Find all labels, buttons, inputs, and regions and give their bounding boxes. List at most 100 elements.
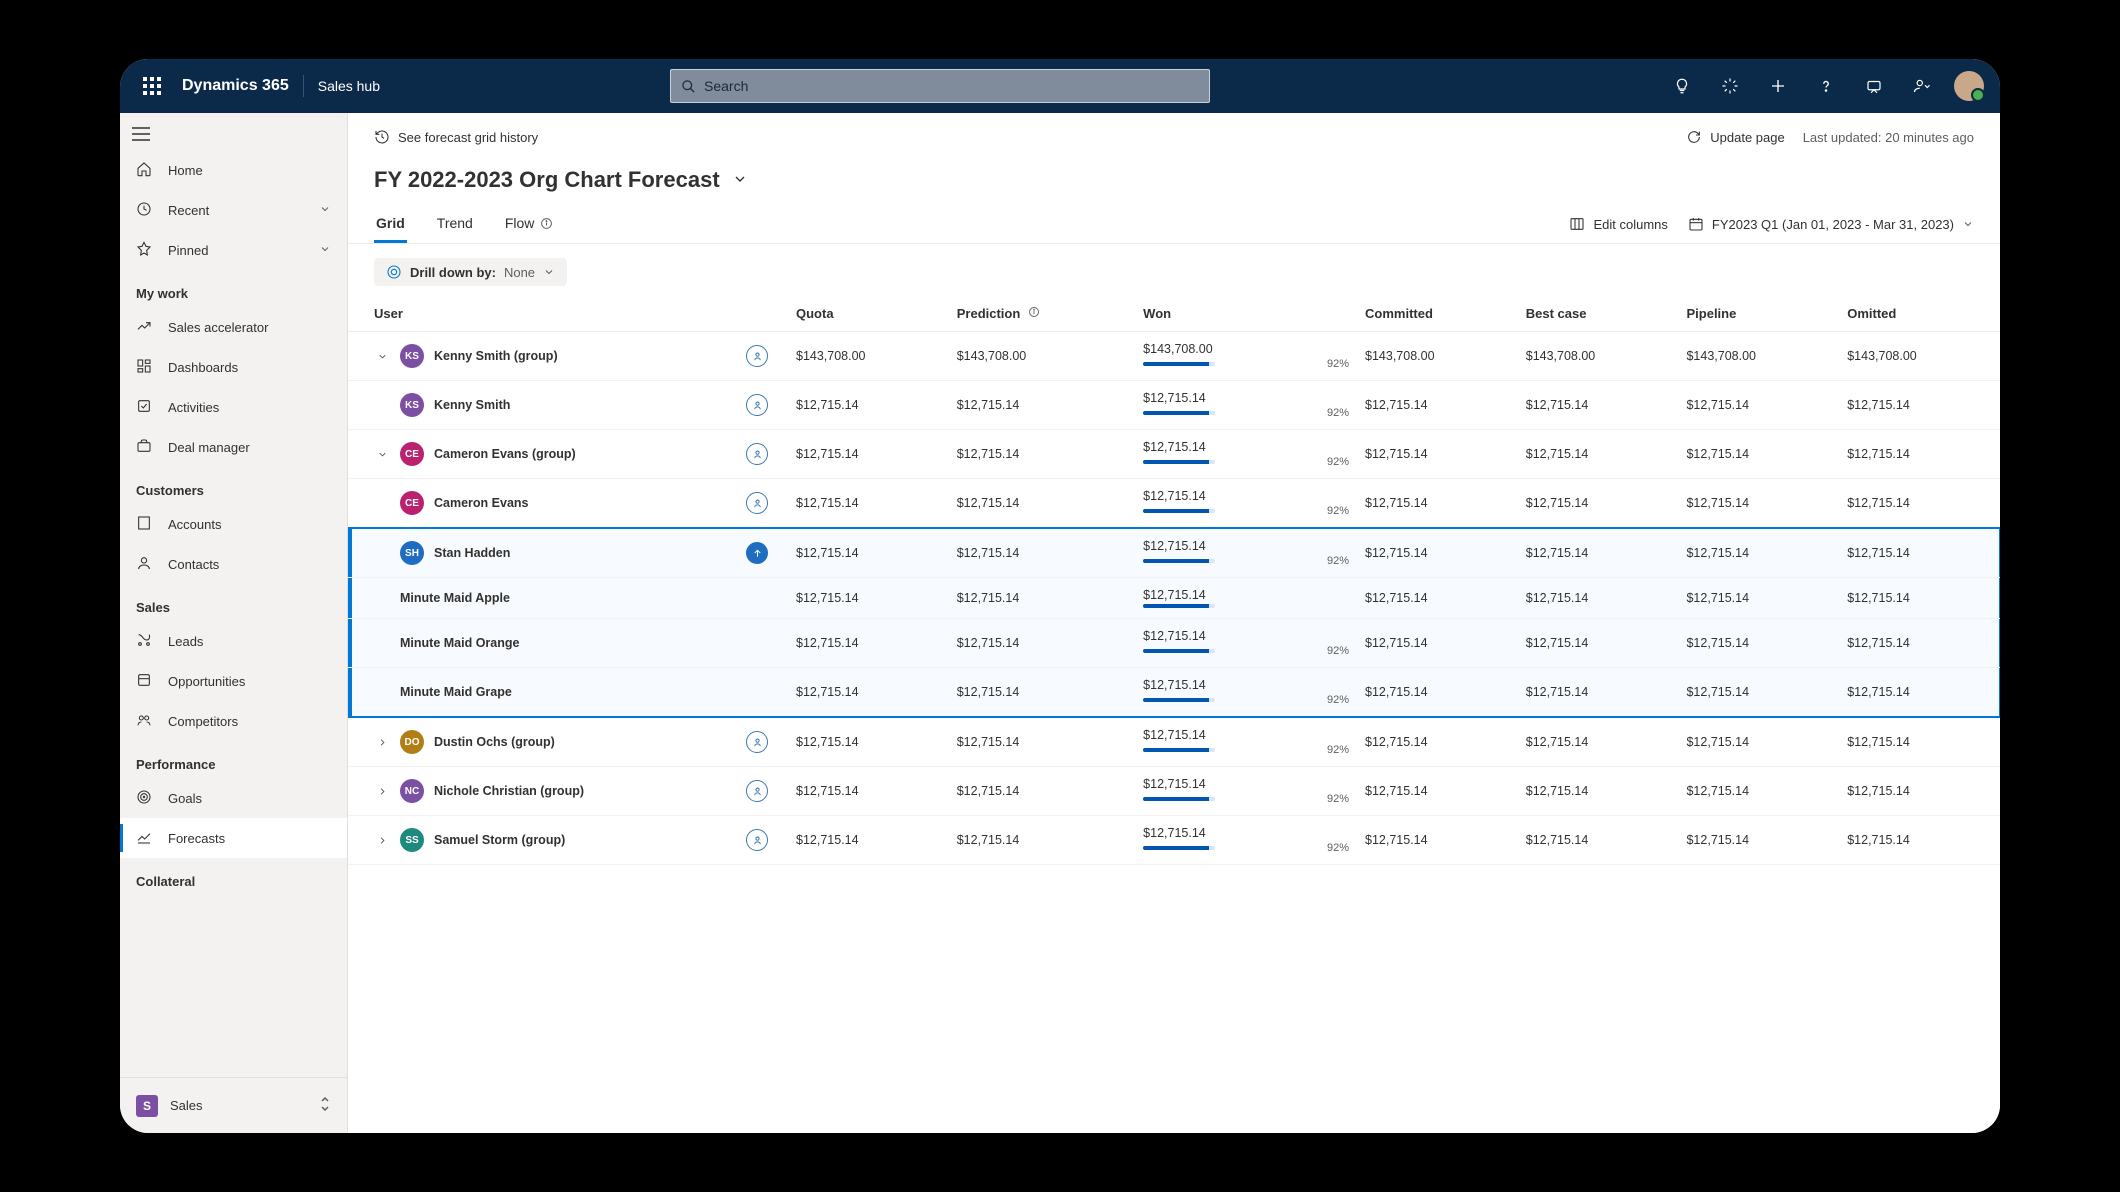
search-input[interactable] [704,78,1199,94]
col-header-best-case[interactable]: Best case [1518,296,1679,332]
cell-quota: $12,715.14 [788,767,949,816]
sidebar-toggle-icon[interactable] [120,121,162,150]
cell-pipeline: $12,715.14 [1678,767,1839,816]
plus-icon[interactable] [1756,64,1800,108]
nav-item-activities[interactable]: Activities [120,387,347,427]
tab-trend[interactable]: Trend [435,205,475,243]
progress-bar [1143,509,1215,513]
people-icon[interactable] [1900,64,1944,108]
global-search[interactable] [670,69,1210,103]
nav-section-customers: Customers [120,467,347,504]
target-icon[interactable] [746,345,768,367]
table-row[interactable]: KS Kenny Smith (group) $143,708.00$143,7… [348,332,2000,381]
col-header-omitted[interactable]: Omitted [1839,296,2000,332]
nav-item-dashboards[interactable]: Dashboards [120,347,347,387]
cell-omitted: $12,715.14 [1839,619,2000,668]
col-header-prediction[interactable]: Prediction [949,296,1135,332]
nav-item-competitors[interactable]: Competitors [120,701,347,741]
expand-icon[interactable] [374,449,390,460]
nav-item-forecasts[interactable]: Forecasts [120,818,347,858]
cell-omitted: $12,715.14 [1839,578,2000,619]
assistant-icon[interactable] [1852,64,1896,108]
edit-columns-button[interactable]: Edit columns [1569,216,1667,232]
nav-item-home[interactable]: Home [120,150,347,190]
cell-prediction: $12,715.14 [949,381,1135,430]
expand-icon[interactable] [374,737,390,748]
target-icon[interactable] [746,443,768,465]
cell-best: $12,715.14 [1518,619,1679,668]
col-header-pipeline[interactable]: Pipeline [1678,296,1839,332]
table-row[interactable]: KS Kenny Smith $12,715.14$12,715.14 $12,… [348,381,2000,430]
table-row[interactable]: SH Stan Hadden $12,715.14$12,715.14 $12,… [348,528,2000,578]
table-row[interactable]: CE Cameron Evans (group) $12,715.14$12,7… [348,430,2000,479]
cell-pipeline: $12,715.14 [1678,381,1839,430]
nav-item-leads[interactable]: Leads [120,621,347,661]
cell-committed: $12,715.14 [1357,479,1518,529]
topbar-divider [303,75,304,97]
cell-won: $12,715.14 92% [1135,816,1357,865]
user-avatar[interactable] [1954,71,1984,101]
progress-bar [1143,698,1215,702]
col-header-committed[interactable]: Committed [1357,296,1518,332]
nav-item-recent[interactable]: Recent [120,190,347,230]
table-row[interactable]: Minute Maid Orange $12,715.14$12,715.14 … [348,619,2000,668]
expand-icon[interactable] [374,835,390,846]
table-row[interactable]: Minute Maid Grape $12,715.14$12,715.14 $… [348,668,2000,718]
target-icon[interactable] [746,394,768,416]
brand-name[interactable]: Dynamics 365 [182,77,289,95]
user-name: Nichole Christian (group) [434,784,584,798]
progress-bar [1143,411,1215,415]
nav-label: Competitors [168,714,238,729]
cell-prediction: $12,715.14 [949,479,1135,529]
table-row[interactable]: Minute Maid Apple $12,715.14$12,715.14 $… [348,578,2000,619]
drilldown-chip[interactable]: Drill down by: None [374,258,567,286]
target-icon[interactable] [746,492,768,514]
update-page-button[interactable]: Update page [1686,129,1784,145]
nav-item-deal-manager[interactable]: Deal manager [120,427,347,467]
period-picker[interactable]: FY2023 Q1 (Jan 01, 2023 - Mar 31, 2023) [1688,216,1974,232]
table-row[interactable]: SS Samuel Storm (group) $12,715.14$12,71… [348,816,2000,865]
command-bar: See forecast grid history Update page La… [348,117,2000,157]
cell-won: $12,715.14 92% [1135,528,1357,578]
title-dropdown-icon[interactable] [732,171,748,190]
tab-flow[interactable]: Flow [503,205,556,243]
progress-bar [1143,362,1215,366]
nav-item-accounts[interactable]: Accounts [120,504,347,544]
see-history-button[interactable]: See forecast grid history [374,129,538,145]
info-icon [1028,306,1040,321]
target-icon[interactable] [746,731,768,753]
target-icon[interactable] [746,780,768,802]
table-row[interactable]: DO Dustin Ochs (group) $12,715.14$12,715… [348,717,2000,767]
help-icon[interactable] [1804,64,1848,108]
nav-item-contacts[interactable]: Contacts [120,544,347,584]
hub-name[interactable]: Sales hub [318,78,380,94]
nav-item-pinned[interactable]: Pinned [120,230,347,270]
nav-item-opportunities[interactable]: Opportunities [120,661,347,701]
target-icon[interactable] [746,829,768,851]
module-switcher[interactable]: S Sales [120,1077,347,1133]
col-header-user[interactable]: User [348,296,738,332]
tab-grid[interactable]: Grid [374,205,407,243]
cell-best: $12,715.14 [1518,430,1679,479]
nav-item-sales-accelerator[interactable]: Sales accelerator [120,307,347,347]
expand-icon[interactable] [374,351,390,362]
tab-label: Trend [437,215,473,231]
insights-icon[interactable] [1708,64,1752,108]
expand-icon[interactable] [374,786,390,797]
table-row[interactable]: CE Cameron Evans $12,715.14$12,715.14 $1… [348,479,2000,529]
cell-won: $12,715.14 92% [1135,619,1357,668]
target-icon[interactable] [746,542,768,564]
table-row[interactable]: NC Nichole Christian (group) $12,715.14$… [348,767,2000,816]
won-percent: 92% [1327,793,1349,805]
nav-label: Goals [168,791,202,806]
cell-quota: $12,715.14 [788,619,949,668]
progress-bar [1143,797,1215,801]
user-name: Dustin Ochs (group) [434,735,555,749]
cell-pipeline: $12,715.14 [1678,528,1839,578]
nav-item-goals[interactable]: Goals [120,778,347,818]
lightbulb-icon[interactable] [1660,64,1704,108]
app-launcher-icon[interactable] [132,66,172,106]
col-header-quota[interactable]: Quota [788,296,949,332]
topbar: Dynamics 365 Sales hub [120,59,2000,113]
col-header-won[interactable]: Won [1135,296,1357,332]
